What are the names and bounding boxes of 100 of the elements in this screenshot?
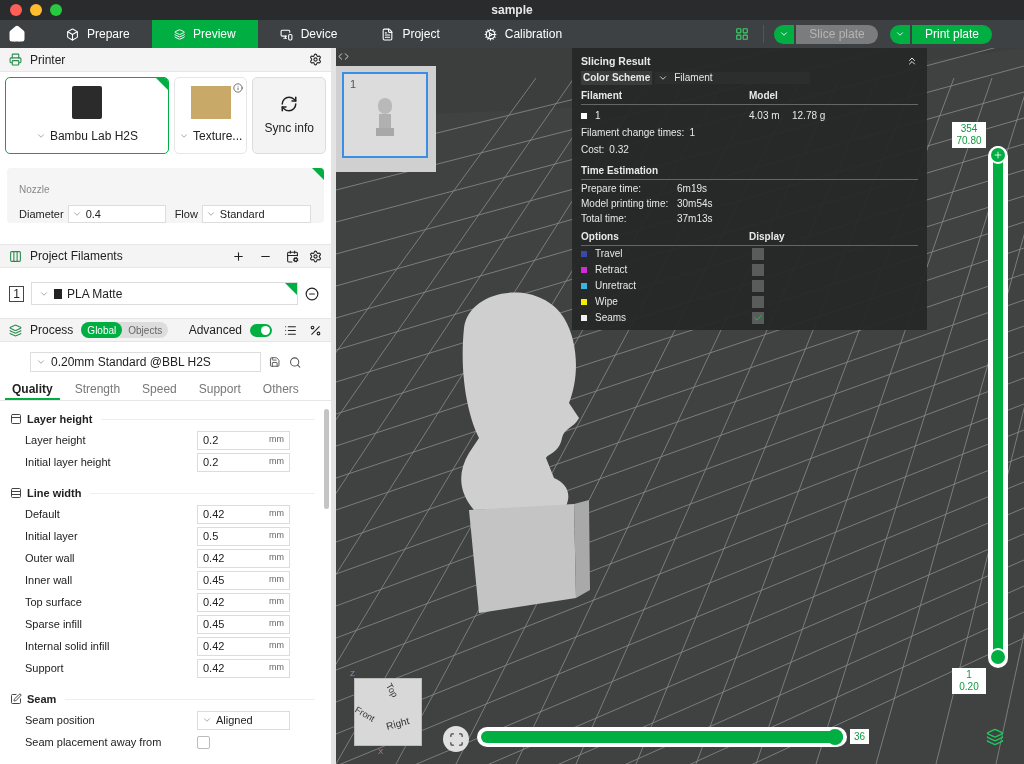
printer-card[interactable]: Texture... — [173, 77, 248, 154]
info-icon[interactable] — [233, 83, 244, 93]
slider-handle[interactable] — [827, 729, 843, 745]
display-checkbox[interactable] — [752, 296, 764, 308]
slider-handle[interactable] — [989, 648, 1007, 666]
layers-icon[interactable] — [986, 728, 1004, 746]
nav-tab[interactable]: Project — [359, 20, 462, 48]
dropdown-field[interactable]: Aligned — [197, 710, 290, 730]
field-label: Internal solid infill — [25, 638, 111, 654]
add-icon[interactable] — [232, 249, 245, 263]
number-field[interactable]: 0.42 mm — [197, 636, 290, 656]
stat-label: Filament change times: — [581, 127, 685, 139]
settings-tab[interactable]: Others — [255, 380, 306, 400]
preset-dropdown[interactable]: 0.20mm Standard @BBL H2S — [30, 352, 262, 372]
field-value: 0.42 — [203, 506, 225, 522]
chevron-down-icon — [779, 29, 789, 39]
collapse-panel-button[interactable] — [338, 51, 349, 62]
settings-tab[interactable]: Strength — [67, 380, 128, 400]
layers-icon — [9, 323, 22, 337]
group-title: Line width — [27, 485, 82, 501]
unit-label: mm — [269, 639, 284, 653]
chevron-down-icon — [36, 357, 46, 367]
settings-tab[interactable]: Support — [191, 380, 248, 400]
scan-icon — [448, 731, 464, 747]
sync-info-button[interactable]: Sync info — [252, 77, 326, 154]
number-field[interactable]: 0.45 mm — [197, 570, 290, 590]
collapse-icon[interactable] — [906, 55, 918, 67]
advanced-switch[interactable] — [250, 323, 272, 337]
filament-weight: 12.78 g — [792, 110, 826, 122]
nozzle-label: Nozzle — [19, 183, 51, 197]
color-scheme-dropdown[interactable]: Filament — [655, 72, 811, 84]
option-label: Seams — [595, 312, 627, 324]
number-field[interactable]: 0.2 mm — [197, 430, 290, 450]
nav-tab[interactable]: Prepare — [44, 20, 152, 48]
settings-icon[interactable] — [309, 53, 322, 66]
plate-thumbnail[interactable]: 1 — [342, 72, 428, 158]
code-icon — [338, 51, 349, 62]
group-title: Layer height — [27, 411, 93, 427]
filament-length: 4.03 m — [749, 110, 781, 122]
sync-icon — [280, 94, 299, 113]
field-value: 0.42 — [203, 660, 225, 676]
window-title: sample — [491, 2, 533, 19]
check-icon — [753, 313, 763, 323]
layout-icon[interactable] — [735, 27, 749, 41]
zoom-window-button[interactable] — [50, 4, 62, 16]
group-icon — [10, 413, 22, 425]
minimize-window-button[interactable] — [30, 4, 42, 16]
nav-tab[interactable]: Calibration — [461, 20, 585, 48]
number-field[interactable]: 0.42 mm — [197, 504, 290, 524]
settings-tab[interactable]: Quality — [5, 380, 60, 400]
time-value: 6m19s — [677, 183, 707, 195]
checkbox[interactable] — [197, 735, 210, 749]
display-checkbox[interactable] — [752, 312, 764, 324]
axis-label: X — [378, 746, 384, 758]
number-field[interactable]: 0.2 mm — [197, 452, 290, 472]
unit-label: mm — [269, 595, 284, 609]
axis-label: Z — [350, 668, 355, 680]
material-dropdown[interactable]: PLA Matte — [31, 282, 298, 305]
filament-settings-icon[interactable] — [286, 249, 299, 263]
field-value: 0.45 — [203, 616, 225, 632]
print-options-button[interactable] — [890, 24, 910, 44]
close-window-button[interactable] — [10, 4, 22, 16]
layer-slider-track[interactable] — [988, 146, 1008, 668]
diameter-dropdown[interactable]: 0.4 — [67, 205, 166, 223]
number-field[interactable]: 0.5 mm — [197, 526, 290, 546]
column-header: Model — [749, 90, 778, 102]
display-checkbox[interactable] — [752, 248, 764, 260]
settings-tab[interactable]: Speed — [135, 380, 184, 400]
unit-label: mm — [269, 617, 284, 631]
display-checkbox[interactable] — [752, 280, 764, 292]
number-field[interactable]: 0.45 mm — [197, 614, 290, 634]
home-icon[interactable] — [8, 25, 26, 43]
slice-options-button[interactable] — [774, 24, 794, 44]
field-value: 0.5 — [203, 528, 219, 544]
chevron-down-icon — [895, 29, 905, 39]
slider-handle[interactable] — [989, 146, 1007, 164]
field-label: Outer wall — [25, 550, 76, 566]
number-field[interactable]: 0.42 mm — [197, 592, 290, 612]
save-icon[interactable] — [269, 356, 281, 368]
tab-icon — [279, 27, 293, 41]
settings-icon[interactable] — [309, 249, 322, 263]
number-field[interactable]: 0.42 mm — [197, 548, 290, 568]
number-field[interactable]: 0.42 mm — [197, 658, 290, 678]
column-header: Filament — [581, 90, 624, 102]
display-checkbox[interactable] — [752, 264, 764, 276]
search-icon[interactable] — [288, 355, 301, 369]
remove-filament-icon[interactable] — [305, 286, 319, 301]
list-icon[interactable] — [284, 323, 297, 337]
card-label: Bambu Lab H2S — [49, 128, 138, 145]
flow-dropdown[interactable]: Standard — [201, 205, 311, 223]
unit-label: mm — [269, 455, 284, 469]
nav-tab[interactable]: Device — [257, 20, 360, 48]
printer-icon — [9, 53, 22, 66]
build-plate-image — [190, 86, 231, 119]
move-step-label: 36 — [850, 729, 870, 744]
scope-tab[interactable]: Objects — [122, 322, 169, 338]
chevron-down-icon — [179, 131, 189, 141]
printer-card[interactable]: Bambu Lab H2S — [5, 77, 169, 154]
printer-image — [71, 86, 102, 119]
scrollbar-thumb[interactable] — [323, 409, 329, 509]
